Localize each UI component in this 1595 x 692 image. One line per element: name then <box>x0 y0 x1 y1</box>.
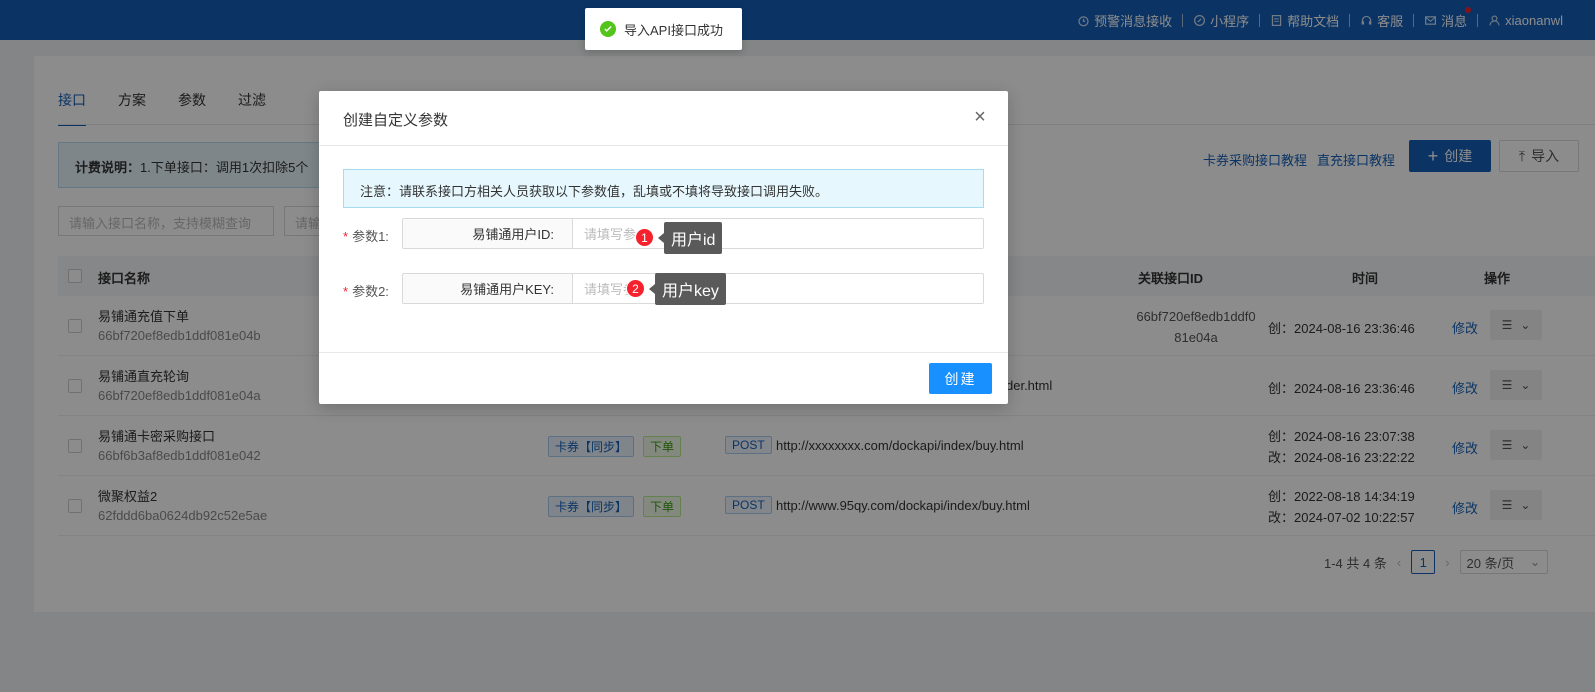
param1-label: * 参数1: <box>343 229 389 244</box>
close-icon[interactable]: × <box>970 107 990 127</box>
annotation-badge-2: 2 <box>626 279 645 298</box>
check-circle-icon <box>600 21 616 37</box>
dialog-title: 创建自定义参数 <box>343 112 449 129</box>
dialog-footer-divider <box>319 352 1008 353</box>
dialog-create-button[interactable]: 创建 <box>929 363 992 394</box>
param2-addon: 易铺通用户KEY: <box>403 274 573 303</box>
required-asterisk: * <box>343 229 349 244</box>
toast-text: 导入API接口成功 <box>624 22 723 38</box>
annotation-callout-2: 用户key <box>649 273 726 305</box>
dialog-header-divider <box>319 145 1008 146</box>
param2-label: * 参数2: <box>343 284 389 299</box>
dialog-alert: 注意：请联系接口方相关人员获取以下参数值，乱填或不填将导致接口调用失败。 <box>343 169 984 208</box>
success-toast: 导入API接口成功 <box>585 8 742 50</box>
annotation-badge-1: 1 <box>635 228 654 247</box>
required-asterisk: * <box>343 284 349 299</box>
param1-addon: 易铺通用户ID: <box>403 219 573 248</box>
annotation-callout-1: 用户id <box>657 222 723 254</box>
